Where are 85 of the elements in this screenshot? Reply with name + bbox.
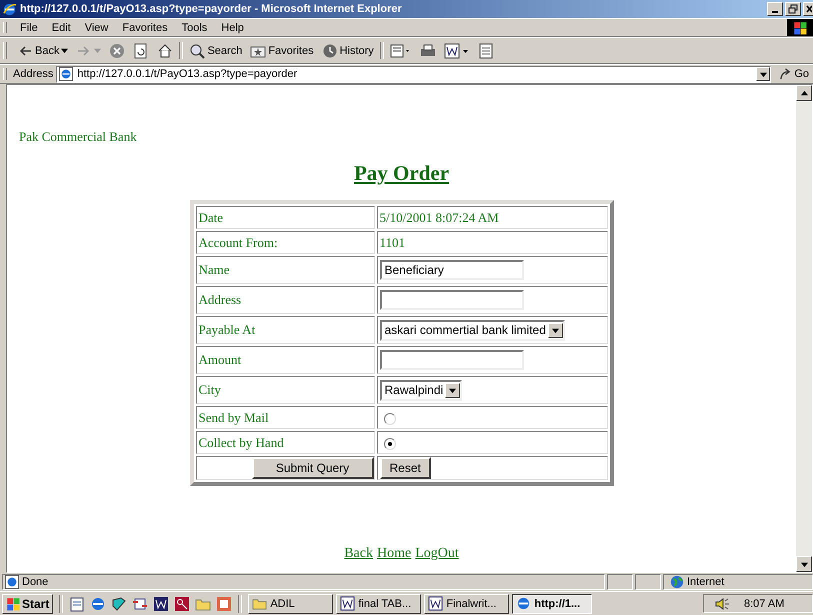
close-icon	[806, 4, 812, 14]
dropdown[interactable]: Rawalpindi	[380, 380, 462, 400]
radio-button[interactable]	[384, 438, 396, 450]
radio-button[interactable]	[384, 412, 396, 425]
field-label: Address	[198, 292, 242, 307]
minimize-button[interactable]	[767, 2, 783, 16]
text-field[interactable]	[380, 350, 524, 370]
taskbar-button[interactable]: http://1...	[512, 594, 592, 614]
word-icon[interactable]	[153, 596, 170, 612]
taskbar-button[interactable]: ADIL	[248, 594, 334, 614]
search-icon	[189, 42, 206, 58]
zone-text: Internet	[687, 576, 724, 588]
window-title: http://127.0.0.1/t/PayO13.asp?type=payorder - Microsoft Internet Explorer	[20, 3, 403, 15]
caret-icon	[61, 47, 68, 54]
mail-icon	[390, 42, 412, 58]
restore-icon	[788, 4, 798, 14]
go-button[interactable]: Go	[771, 68, 813, 80]
page-heading: Pay Order	[354, 161, 450, 185]
word-icon	[340, 596, 356, 611]
page-icon	[59, 67, 74, 81]
start-button[interactable]: Start	[2, 594, 54, 614]
page-icon	[5, 575, 19, 589]
down-arrow-icon	[800, 560, 808, 568]
printer-icon	[420, 42, 436, 58]
address-label: Address	[13, 68, 54, 80]
field-value: 5/10/2001 8:07:24 AM	[380, 210, 499, 224]
caret-icon	[94, 47, 102, 54]
notepad-icon[interactable]	[69, 596, 86, 612]
nav-link[interactable]: LogOut	[415, 546, 459, 562]
caret-icon	[760, 70, 767, 78]
field-label: Payable At	[198, 322, 256, 337]
globe-icon	[670, 575, 684, 589]
word-icon	[428, 596, 444, 611]
submit-button[interactable]: Submit Query	[252, 457, 374, 479]
nav-link[interactable]: Home	[376, 546, 412, 562]
taskbar-button[interactable]: Finalwrit...	[424, 594, 510, 614]
speaker-icon[interactable]	[714, 596, 730, 612]
stop-icon	[109, 42, 126, 58]
field-label: Date	[198, 210, 224, 224]
windows-logo-icon	[787, 19, 813, 36]
menu-item[interactable]: Help	[214, 22, 251, 34]
field-label: Name	[198, 262, 230, 277]
browser-icon	[516, 596, 532, 611]
go-arrow-icon	[779, 68, 792, 80]
field-label: City	[198, 382, 221, 397]
text-field[interactable]: Beneficiary	[380, 260, 524, 280]
up-arrow-icon	[800, 90, 808, 96]
history-button[interactable]: History	[318, 42, 378, 58]
field-label: Account From:	[198, 234, 278, 250]
status-text: Done	[22, 576, 48, 588]
document-icon	[478, 42, 494, 58]
maximize-button[interactable]	[785, 2, 801, 16]
text-field[interactable]	[380, 290, 524, 310]
back-button[interactable]: Back	[13, 42, 72, 58]
windows-logo-icon	[6, 596, 20, 610]
dropdown[interactable]: askari commertial bank limited	[380, 320, 565, 340]
favorites-button[interactable]: Favorites	[246, 42, 318, 58]
field-value: 1101	[380, 234, 406, 250]
browser-icon[interactable]	[90, 596, 106, 612]
menu-item[interactable]: File	[13, 22, 45, 34]
menu-item[interactable]: Tools	[174, 22, 214, 34]
menu-item[interactable]: Edit	[44, 22, 78, 34]
word-icon	[444, 42, 470, 58]
taskbar-button[interactable]: final TAB...	[336, 594, 422, 614]
refresh-icon	[133, 42, 150, 58]
bank-name: Pak Commercial Bank	[19, 129, 138, 145]
minimize-icon	[772, 11, 778, 13]
caret-icon	[449, 386, 456, 394]
menu-item[interactable]: Favorites	[115, 22, 175, 34]
field-label: Collect by Hand	[198, 434, 284, 450]
browser-icon	[2, 2, 17, 16]
search-button[interactable]: Search	[185, 42, 246, 58]
close-button[interactable]	[803, 2, 813, 16]
nav-link[interactable]: Back	[344, 546, 373, 562]
menu-item[interactable]: View	[78, 22, 116, 34]
field-label: Amount	[198, 352, 242, 367]
field-label: Send by Mail	[198, 410, 269, 424]
scrollbar[interactable]	[796, 85, 812, 572]
reset-button[interactable]: Reset	[380, 457, 431, 479]
dropdown-button[interactable]	[756, 67, 770, 81]
home-icon	[157, 42, 174, 58]
clock-icon	[322, 42, 338, 58]
address-field[interactable]: http://127.0.0.1/t/PayO13.asp?type=payorder	[56, 66, 772, 82]
clock: 8:07 AM	[744, 598, 784, 610]
caret-icon	[552, 326, 559, 334]
